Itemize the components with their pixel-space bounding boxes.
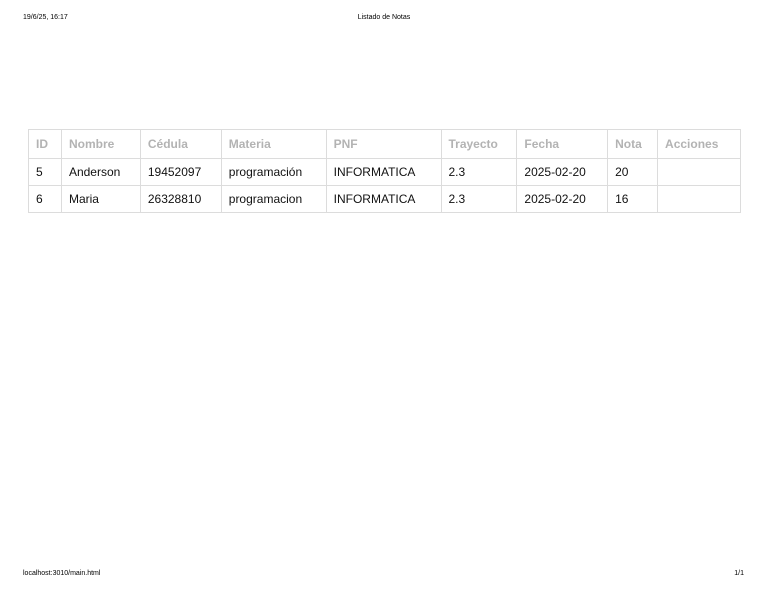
cell-pnf: INFORMATICA (325, 158, 442, 186)
header-trayecto: Trayecto (440, 129, 518, 159)
header-cedula: Cédula (139, 129, 222, 159)
header-materia: Materia (220, 129, 327, 159)
header-fecha: Fecha (516, 129, 609, 159)
cell-acciones (657, 158, 741, 186)
cell-fecha: 2025-02-20 (516, 185, 609, 213)
table-header-row: ID Nombre Cédula Materia PNF Trayecto Fe… (28, 129, 741, 159)
print-url: localhost:3010/main.html (23, 570, 101, 577)
print-page: 19/6/25, 16:17 Listado de Notas ID Nombr… (0, 0, 768, 594)
print-title: Listado de Notas (357, 14, 411, 21)
cell-cedula: 19452097 (139, 158, 222, 186)
cell-nombre: Anderson (60, 158, 141, 186)
cell-nota: 16 (607, 185, 659, 213)
notes-table: ID Nombre Cédula Materia PNF Trayecto Fe… (28, 129, 741, 213)
cell-id: 6 (28, 185, 62, 213)
cell-materia: programacion (220, 185, 327, 213)
cell-id: 5 (28, 158, 62, 186)
cell-cedula: 26328810 (139, 185, 222, 213)
cell-acciones (657, 185, 741, 213)
table-row: 5 Anderson 19452097 programación INFORMA… (28, 158, 741, 186)
cell-nota: 20 (607, 158, 659, 186)
header-id: ID (28, 129, 62, 159)
cell-fecha: 2025-02-20 (516, 158, 609, 186)
table-row: 6 Maria 26328810 programacion INFORMATIC… (28, 185, 741, 213)
header-acciones: Acciones (657, 129, 741, 159)
cell-nombre: Maria (60, 185, 141, 213)
header-pnf: PNF (325, 129, 442, 159)
print-page-number: 1/1 (734, 570, 744, 577)
cell-trayecto: 2.3 (440, 158, 518, 186)
cell-pnf: INFORMATICA (325, 185, 442, 213)
cell-trayecto: 2.3 (440, 185, 518, 213)
cell-materia: programación (220, 158, 327, 186)
header-nota: Nota (607, 129, 659, 159)
header-nombre: Nombre (60, 129, 141, 159)
